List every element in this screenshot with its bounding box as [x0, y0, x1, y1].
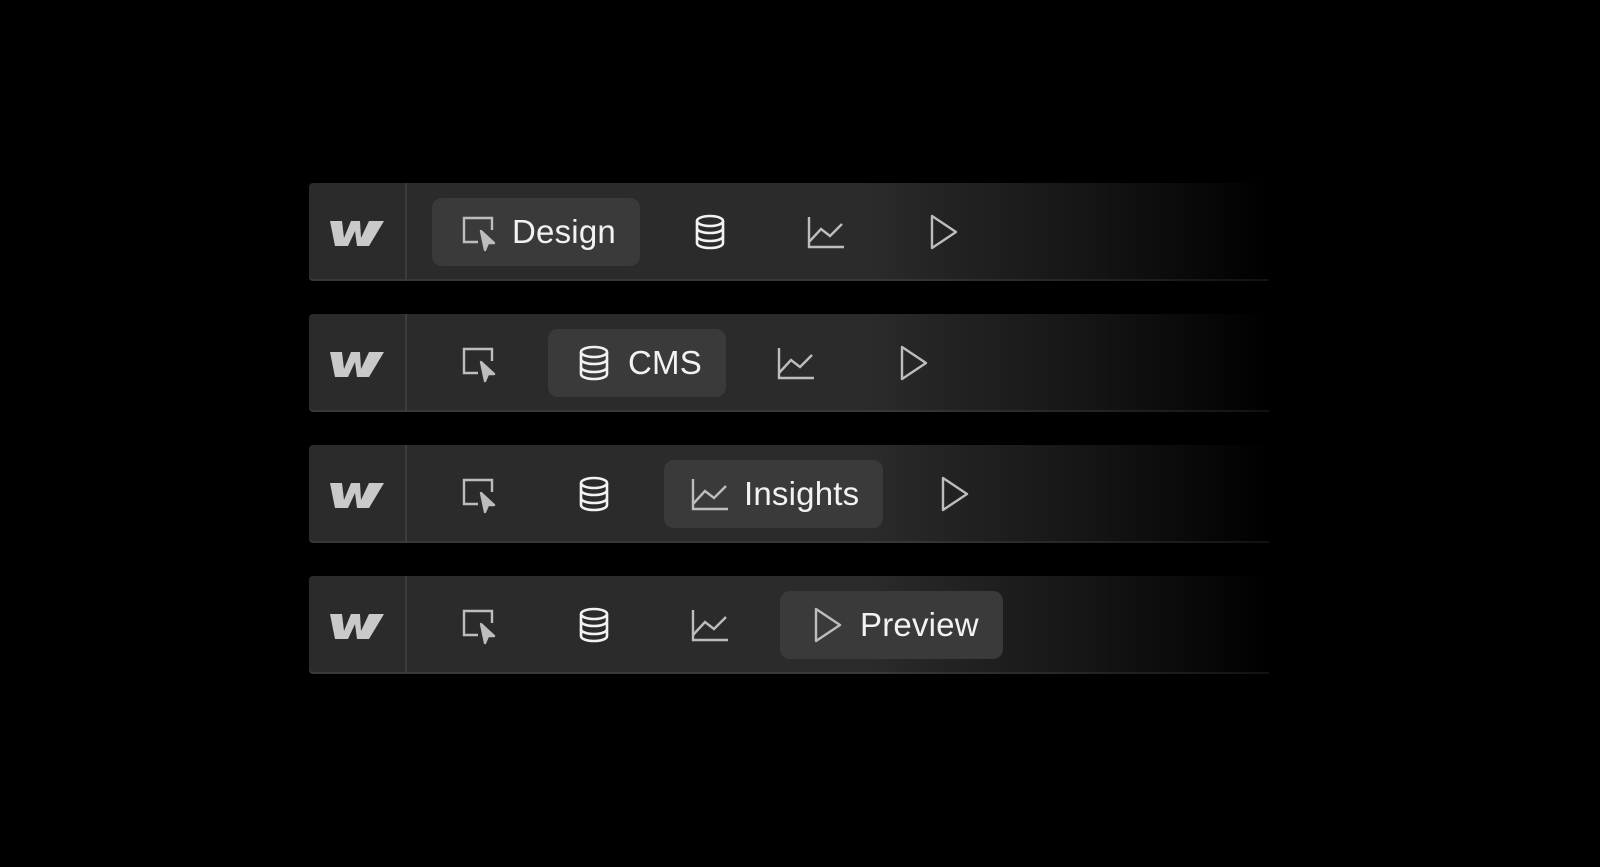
toolbar-cms-active: CMS — [309, 314, 1269, 412]
tab-insights-label: Insights — [744, 475, 860, 512]
webflow-logo-icon[interactable] — [309, 183, 407, 281]
database-icon — [574, 343, 614, 383]
tab-preview[interactable] — [896, 198, 988, 266]
database-icon — [574, 474, 614, 514]
toolbar-variants: Design CMS Insights Preview — [309, 183, 1269, 707]
webflow-logo-icon[interactable] — [309, 445, 407, 543]
cursor-select-icon — [458, 474, 498, 514]
line-chart-icon — [690, 605, 730, 645]
play-icon — [806, 605, 846, 645]
tab-design-label: Design — [512, 213, 616, 250]
cursor-select-icon — [458, 212, 498, 252]
cursor-select-icon — [458, 343, 498, 383]
tab-cms[interactable] — [548, 591, 640, 659]
tab-insights[interactable]: Insights — [664, 460, 884, 528]
tab-preview[interactable] — [907, 460, 999, 528]
tab-design[interactable]: Design — [432, 198, 640, 266]
play-icon — [892, 343, 932, 383]
toolbar-design-active: Design — [309, 183, 1269, 281]
tab-cms[interactable] — [664, 198, 756, 266]
tab-design[interactable] — [432, 329, 524, 397]
tab-preview-label: Preview — [860, 606, 979, 643]
tab-insights[interactable] — [664, 591, 756, 659]
tab-insights[interactable] — [780, 198, 872, 266]
play-icon — [933, 474, 973, 514]
database-icon — [690, 212, 730, 252]
tab-preview[interactable]: Preview — [780, 591, 1003, 659]
tab-cms[interactable] — [548, 460, 640, 528]
webflow-logo-icon[interactable] — [309, 314, 407, 412]
tab-insights[interactable] — [750, 329, 842, 397]
toolbar-insights-active: Insights — [309, 445, 1269, 543]
play-icon — [922, 212, 962, 252]
line-chart-icon — [806, 212, 846, 252]
tab-design[interactable] — [432, 460, 524, 528]
tab-cms-label: CMS — [628, 344, 702, 381]
tab-cms[interactable]: CMS — [548, 329, 726, 397]
database-icon — [574, 605, 614, 645]
webflow-logo-icon[interactable] — [309, 576, 407, 674]
tab-design[interactable] — [432, 591, 524, 659]
line-chart-icon — [690, 474, 730, 514]
tab-preview[interactable] — [866, 329, 958, 397]
line-chart-icon — [776, 343, 816, 383]
cursor-select-icon — [458, 605, 498, 645]
toolbar-preview-active: Preview — [309, 576, 1269, 674]
